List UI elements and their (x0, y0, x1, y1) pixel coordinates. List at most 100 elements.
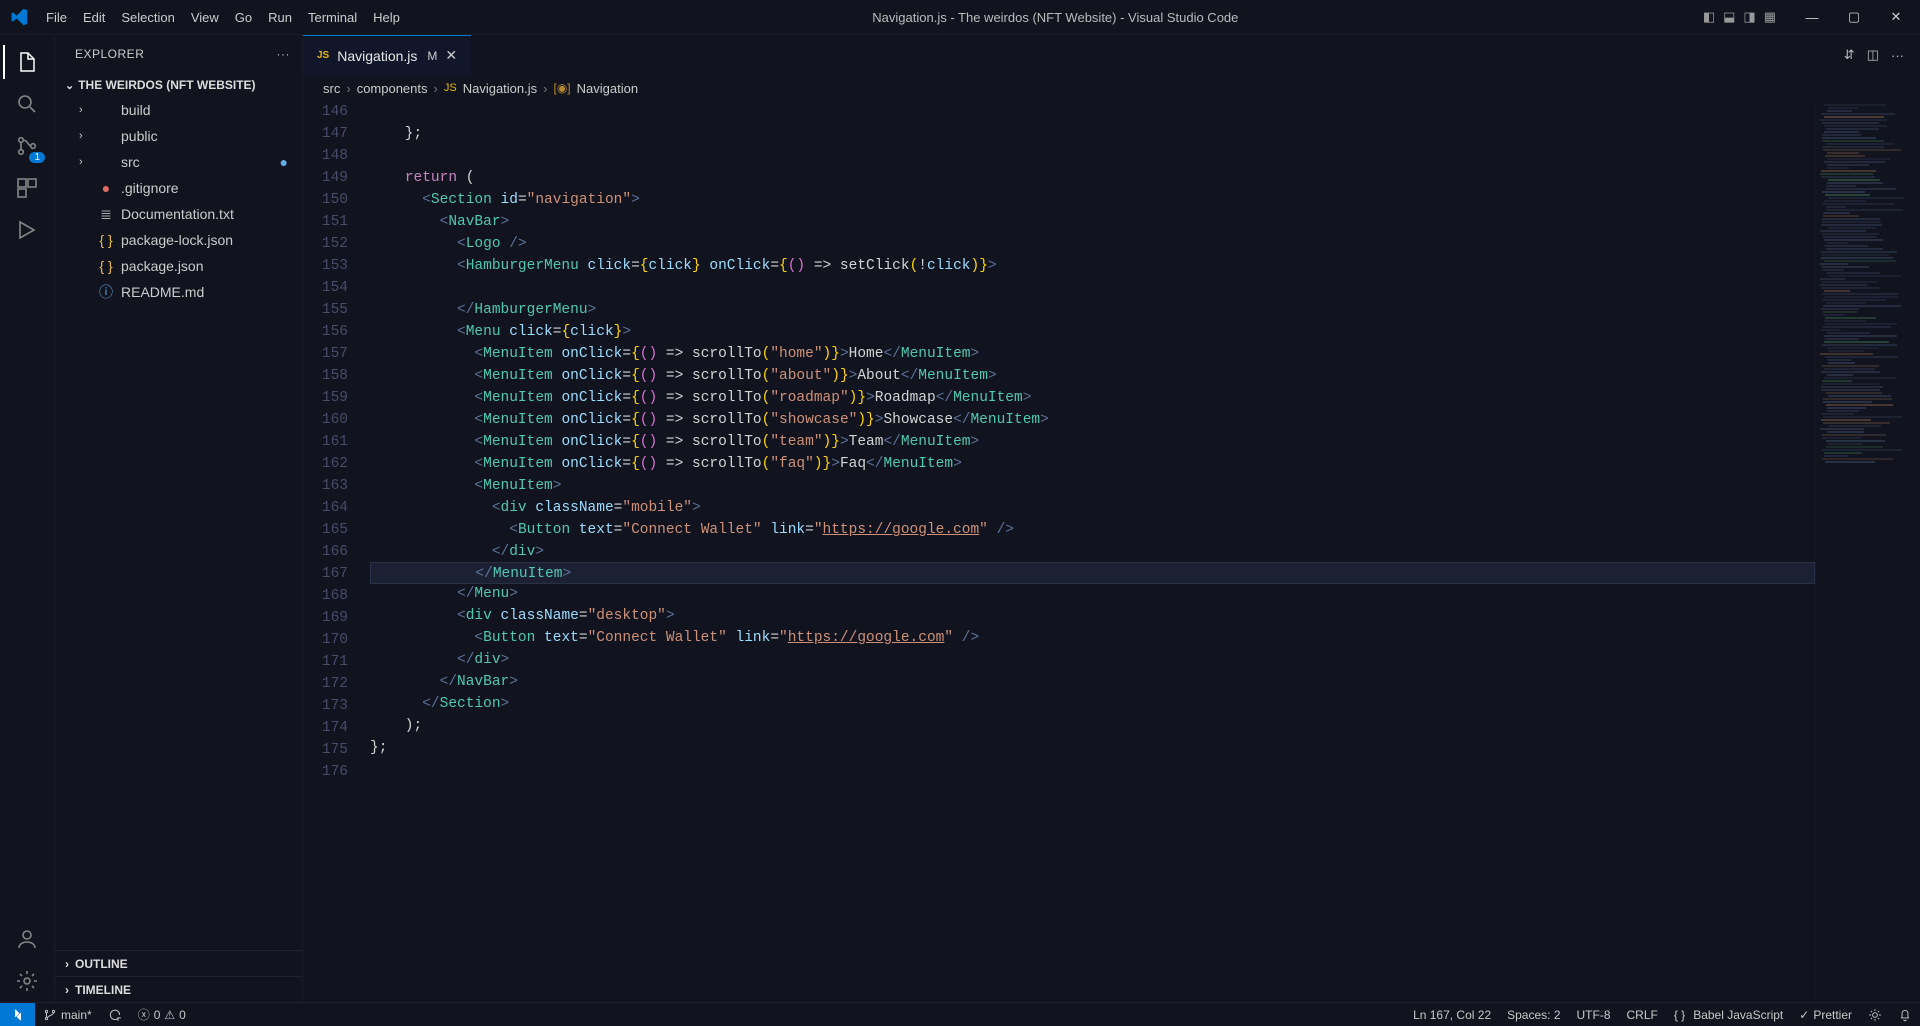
language-mode[interactable]: { }Babel JavaScript (1666, 1008, 1791, 1022)
code-editor[interactable]: }; return ( <Section id="navigation"> <N… (358, 101, 1815, 1002)
code-line[interactable]: <Button text="Connect Wallet" link="http… (370, 627, 1815, 649)
code-line[interactable] (370, 101, 1815, 123)
search-icon[interactable] (3, 83, 51, 125)
menu-go[interactable]: Go (227, 4, 260, 31)
customize-layout-icon[interactable]: ▦ (1764, 9, 1776, 25)
error-count: 0 (154, 1008, 161, 1022)
menu-view[interactable]: View (183, 4, 227, 31)
tree-item-package-json[interactable]: { }package.json (55, 253, 302, 279)
indentation[interactable]: Spaces: 2 (1499, 1008, 1568, 1022)
notifications-icon[interactable] (1890, 1008, 1920, 1022)
code-line[interactable]: <Section id="navigation"> (370, 189, 1815, 211)
problems-indicator[interactable]: ⓧ0 ⚠0 (130, 1006, 194, 1023)
timeline-section[interactable]: › TIMELINE (55, 976, 302, 1002)
code-line[interactable] (370, 759, 1815, 781)
code-line[interactable]: <MenuItem onClick={() => scrollTo("showc… (370, 409, 1815, 431)
menu-run[interactable]: Run (260, 4, 300, 31)
eol[interactable]: CRLF (1619, 1008, 1666, 1022)
code-line[interactable]: <Button text="Connect Wallet" link="http… (370, 519, 1815, 541)
minimap[interactable] (1815, 101, 1920, 1002)
panel-bottom-icon[interactable]: ⬓ (1723, 9, 1735, 25)
panel-left-icon[interactable]: ◧ (1703, 9, 1715, 25)
encoding[interactable]: UTF-8 (1569, 1008, 1619, 1022)
close-tab-icon[interactable]: ✕ (445, 47, 457, 64)
crumb-components[interactable]: components (357, 81, 428, 96)
outline-section[interactable]: › OUTLINE (55, 950, 302, 976)
code-line[interactable]: </MenuItem> (370, 562, 1815, 584)
line-number: 156 (303, 321, 348, 343)
code-line[interactable]: <MenuItem onClick={() => scrollTo("faq")… (370, 453, 1815, 475)
accounts-icon[interactable] (3, 918, 51, 960)
cursor-position[interactable]: Ln 167, Col 22 (1405, 1008, 1499, 1022)
tree-item-package-lock-json[interactable]: { }package-lock.json (55, 227, 302, 253)
code-line[interactable]: </div> (370, 649, 1815, 671)
code-line[interactable]: <div className="desktop"> (370, 605, 1815, 627)
settings-gear-icon[interactable] (3, 960, 51, 1002)
tree-item-Documentation-txt[interactable]: ≣Documentation.txt (55, 201, 302, 227)
split-editor-icon[interactable]: ◫ (1867, 47, 1879, 63)
code-line[interactable]: <div className="mobile"> (370, 497, 1815, 519)
json-icon: { } (97, 232, 115, 248)
menu-terminal[interactable]: Terminal (300, 4, 365, 31)
tab-navigation-js[interactable]: JS Navigation.js M ✕ (303, 35, 471, 75)
feedback-icon[interactable] (1860, 1008, 1890, 1022)
code-line[interactable]: </NavBar> (370, 671, 1815, 693)
more-actions-icon[interactable]: ··· (1891, 48, 1904, 63)
close-button[interactable]: ✕ (1876, 3, 1916, 31)
run-debug-icon[interactable] (3, 209, 51, 251)
code-line[interactable]: </Section> (370, 693, 1815, 715)
code-line[interactable]: </Menu> (370, 583, 1815, 605)
sync-button[interactable] (100, 1008, 130, 1022)
crumb-src[interactable]: src (323, 81, 340, 96)
code-line[interactable]: <HamburgerMenu click={click} onClick={()… (370, 255, 1815, 277)
crumb-file[interactable]: JSNavigation.js (444, 81, 537, 96)
tree-item-public[interactable]: ›public (55, 123, 302, 149)
code-line[interactable]: <MenuItem> (370, 475, 1815, 497)
code-line[interactable]: ); (370, 715, 1815, 737)
explorer-icon[interactable] (3, 41, 51, 83)
remote-indicator[interactable] (0, 1003, 35, 1026)
menu-selection[interactable]: Selection (113, 4, 182, 31)
code-line[interactable]: <MenuItem onClick={() => scrollTo("about… (370, 365, 1815, 387)
menu-file[interactable]: File (38, 4, 75, 31)
code-line[interactable] (370, 145, 1815, 167)
git-branch[interactable]: main* (35, 1008, 100, 1022)
code-line[interactable]: <Logo /> (370, 233, 1815, 255)
code-line[interactable]: }; (370, 737, 1815, 759)
panel-right-icon[interactable]: ◨ (1743, 9, 1755, 25)
menu-help[interactable]: Help (365, 4, 408, 31)
line-number: 146 (303, 101, 348, 123)
maximize-button[interactable]: ▢ (1834, 3, 1874, 31)
code-line[interactable]: <MenuItem onClick={() => scrollTo("roadm… (370, 387, 1815, 409)
tree-item-src[interactable]: ›src● (55, 149, 302, 175)
code-line[interactable]: </HamburgerMenu> (370, 299, 1815, 321)
project-section[interactable]: ⌄ THE WEIRDOS (NFT WEBSITE) (55, 73, 302, 97)
code-line[interactable]: }; (370, 123, 1815, 145)
code-line[interactable] (370, 277, 1815, 299)
code-line[interactable]: <Menu click={click}> (370, 321, 1815, 343)
explorer-sidebar: EXPLORER ··· ⌄ THE WEIRDOS (NFT WEBSITE)… (55, 35, 303, 1002)
sidebar-actions-icon[interactable]: ··· (277, 47, 291, 61)
minimize-button[interactable]: — (1792, 3, 1832, 31)
tree-item-build[interactable]: ›build (55, 97, 302, 123)
compare-changes-icon[interactable]: ⇵ (1844, 47, 1855, 63)
menu-edit[interactable]: Edit (75, 4, 113, 31)
line-number: 172 (303, 673, 348, 695)
window-controls: — ▢ ✕ (1792, 3, 1920, 31)
extensions-icon[interactable] (3, 167, 51, 209)
code-line[interactable]: <NavBar> (370, 211, 1815, 233)
code-line[interactable]: </div> (370, 541, 1815, 563)
code-line[interactable]: <MenuItem onClick={() => scrollTo("team"… (370, 431, 1815, 453)
chevron-right-icon: › (65, 983, 69, 997)
chevron-right-icon: › (65, 957, 69, 971)
line-number: 170 (303, 629, 348, 651)
tree-item--gitignore[interactable]: ●.gitignore (55, 175, 302, 201)
editor-area: JS Navigation.js M ✕ ⇵ ◫ ··· src › compo… (303, 35, 1920, 1002)
breadcrumbs[interactable]: src › components › JSNavigation.js › [◉]… (303, 75, 1920, 101)
prettier-status[interactable]: Prettier (1791, 1008, 1860, 1022)
code-line[interactable]: <MenuItem onClick={() => scrollTo("home"… (370, 343, 1815, 365)
tree-item-README-md[interactable]: ⓘREADME.md (55, 279, 302, 305)
code-line[interactable]: return ( (370, 167, 1815, 189)
source-control-icon[interactable]: 1 (3, 125, 51, 167)
crumb-symbol[interactable]: [◉]Navigation (553, 81, 638, 96)
